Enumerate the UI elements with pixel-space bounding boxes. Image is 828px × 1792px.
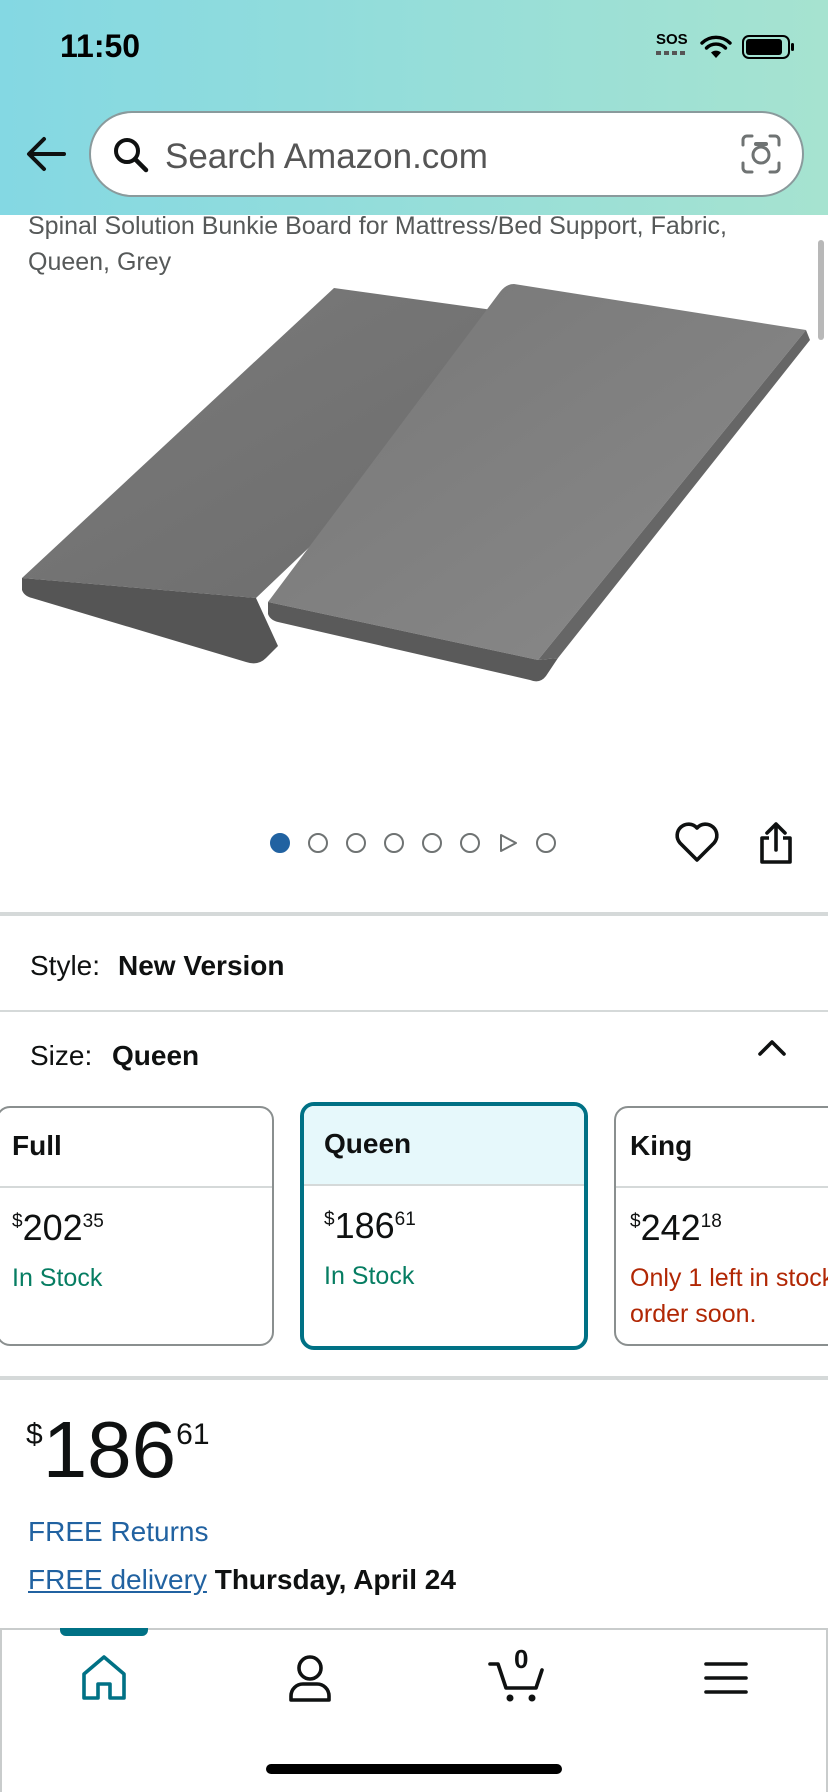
search-placeholder: Search Amazon.com [165,137,488,176]
wifi-icon [700,35,732,58]
scrollbar [818,240,824,340]
app-header: 11:50 SOS Search Amazon.com [0,0,828,215]
menu-icon[interactable] [696,1650,756,1706]
cart-count-badge: 0 [514,1644,529,1674]
size-option-name: Queen [304,1106,584,1186]
free-returns-link[interactable]: FREE Returns [28,1516,209,1548]
camera-search-icon[interactable] [740,133,782,175]
delivery-info: FREE delivery Thursday, April 24 [28,1564,456,1596]
carousel-dot-2[interactable] [308,833,328,853]
delivery-date: Thursday, April 24 [214,1564,456,1595]
image-carousel-dots [270,833,556,853]
size-option-full[interactable]: Full $202 35 In Stock [0,1106,274,1346]
status-time: 11:50 [60,28,141,64]
price-fraction: 61 [176,1418,210,1451]
product-title[interactable]: Spinal Solution Bunkie Board for Mattres… [28,208,788,280]
sos-label: SOS [656,31,688,48]
status-icons: SOS [656,32,796,60]
carousel-dot-3[interactable] [346,833,366,853]
product-price: $ 186 61 [26,1410,210,1490]
size-option-price: $202 35 [12,1207,104,1248]
stock-status: In Stock [12,1264,103,1292]
account-icon[interactable] [280,1650,340,1706]
carousel-dot-1[interactable] [270,833,290,853]
size-option-name: King [616,1108,828,1188]
battery-icon [742,35,794,59]
size-label: Size: [30,1040,93,1071]
active-tab-indicator [60,1628,148,1636]
carousel-dot-8[interactable] [536,833,556,853]
size-option-price: $186 61 [324,1205,416,1246]
section-divider [0,1376,828,1380]
carousel-dot-6[interactable] [460,833,480,853]
search-icon [114,138,149,173]
share-icon[interactable] [756,820,796,866]
carousel-video-play-icon[interactable] [498,833,518,853]
home-icon[interactable] [74,1650,134,1706]
size-value: Queen [112,1040,200,1071]
stock-status: In Stock [324,1262,415,1290]
product-image[interactable] [18,280,818,760]
carousel-dot-5[interactable] [422,833,442,853]
row-divider [0,1010,828,1012]
stock-status: Only 1 left in stock - order soon. [630,1264,828,1328]
sos-indicator: SOS [656,32,690,59]
size-option-price: $242 18 [630,1207,722,1248]
size-option-name: Full [0,1108,272,1188]
heart-icon[interactable] [674,820,720,864]
signal-dots-icon [656,51,688,55]
style-value[interactable]: New Version [118,950,285,982]
chevron-up-icon[interactable] [756,1032,788,1064]
home-indicator [266,1764,562,1774]
search-input[interactable]: Search Amazon.com [89,111,804,197]
section-divider [0,912,828,916]
size-option-king[interactable]: King $242 18 Only 1 left in stock - order… [614,1106,828,1346]
price-symbol: $ [26,1418,43,1451]
style-label: Style: [30,950,101,981]
size-option-queen[interactable]: Queen $186 61 In Stock [300,1102,588,1350]
back-arrow-icon[interactable] [22,130,70,178]
carousel-dot-4[interactable] [384,833,404,853]
free-delivery-link[interactable]: FREE delivery [28,1564,207,1595]
price-whole: 186 [42,1405,177,1494]
